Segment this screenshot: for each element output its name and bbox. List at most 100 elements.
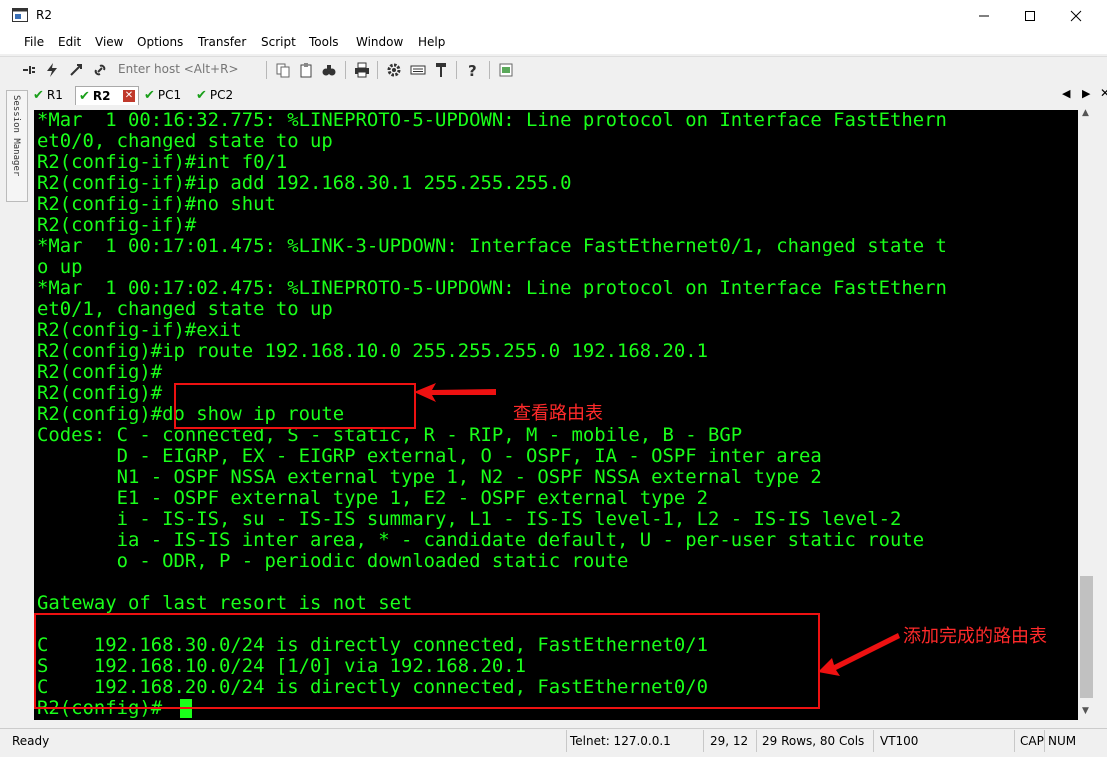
maximize-button[interactable] [1007, 0, 1053, 32]
close-session-icon[interactable]: ✕ [1100, 86, 1107, 100]
connected-check-icon: ✔ [79, 88, 90, 104]
terminal-line: N1 - OSPF NSSA external type 1, N2 - OSP… [37, 466, 822, 488]
status-ready: Ready [12, 734, 50, 748]
status-cursor-position: 29, 12 [710, 734, 749, 748]
menu-bar: File Edit View Options Transfer Script T… [0, 32, 1107, 54]
menu-window[interactable]: Window [356, 35, 403, 49]
connected-check-icon: ✔ [196, 87, 207, 103]
terminal-scrollbar[interactable]: ▲ ▼ [1078, 106, 1095, 720]
find-button[interactable] [320, 61, 338, 79]
tab-scroll-right-icon[interactable]: ▶ [1082, 87, 1090, 100]
binoculars-icon [322, 65, 336, 76]
help-button[interactable]: ? [464, 61, 482, 79]
close-tab-icon[interactable]: ✕ [123, 90, 135, 102]
tab-label: PC2 [209, 88, 234, 102]
window-title: R2 [36, 8, 52, 22]
scroll-up-icon[interactable]: ▲ [1082, 108, 1089, 118]
terminal-line: o - ODR, P - periodic downloaded static … [37, 550, 629, 572]
status-separator [756, 730, 757, 752]
terminal-line: R2(config-if)#ip add 192.168.30.1 255.25… [37, 172, 572, 194]
session-manager-panel[interactable]: Session Manager [6, 90, 28, 202]
reconnect-button[interactable] [91, 61, 109, 79]
terminal-line: R2(config)# [37, 361, 163, 383]
keymap-button[interactable] [409, 61, 427, 79]
maximize-icon [1025, 11, 1035, 21]
title-bar: R2 [0, 0, 1107, 32]
quick-connect-button[interactable] [43, 61, 61, 79]
script-button[interactable] [497, 61, 515, 79]
terminal-line: et0/1, changed state to up [37, 298, 333, 320]
menu-script[interactable]: Script [261, 35, 296, 49]
toolbar-separator [377, 61, 378, 79]
sftp-button[interactable] [432, 61, 450, 79]
copy-icon [276, 63, 290, 78]
show-route-annotation: 查看路由表 [513, 403, 603, 424]
menu-edit[interactable]: Edit [58, 35, 81, 49]
tab-r2[interactable]: ✔ R2 ✕ [75, 86, 139, 105]
tab-r1[interactable]: ✔ R1 [33, 86, 71, 104]
menu-transfer[interactable]: Transfer [198, 35, 246, 49]
toolbar-separator [456, 61, 457, 79]
toolbar-separator [345, 61, 346, 79]
key-icon [436, 63, 446, 77]
terminal-line: R2(config-if)#exit [37, 319, 242, 341]
annotation-arrow-icon [414, 383, 496, 402]
keyboard-icon [410, 65, 426, 75]
paste-icon [300, 63, 312, 78]
toolbar-separator [489, 61, 490, 79]
connect-tab-button[interactable] [67, 61, 85, 79]
connected-check-icon: ✔ [144, 87, 155, 103]
scroll-down-icon[interactable]: ▼ [1082, 706, 1089, 716]
terminal-line: ia - IS-IS inter area, * - candidate def… [37, 529, 925, 551]
menu-options[interactable]: Options [137, 35, 183, 49]
session-options-button[interactable] [385, 61, 403, 79]
connect-icon [23, 66, 35, 74]
script-icon [499, 63, 513, 77]
close-button[interactable] [1053, 0, 1099, 32]
gear-icon [387, 63, 401, 77]
menu-file[interactable]: File [24, 35, 44, 49]
paste-button[interactable] [297, 61, 315, 79]
tab-pc1[interactable]: ✔ PC1 [144, 86, 190, 104]
menu-tools[interactable]: Tools [309, 35, 339, 49]
print-button[interactable] [353, 61, 371, 79]
terminal-line: Gateway of last resort is not set [37, 592, 413, 614]
terminal-line: R2(config-if)#int f0/1 [37, 151, 288, 173]
connect-tab-icon [70, 64, 82, 76]
status-emulation: VT100 [880, 734, 919, 748]
terminal-line: et0/0, changed state to up [37, 130, 333, 152]
terminal-line: *Mar 1 00:17:01.475: %LINK-3-UPDOWN: Int… [37, 235, 947, 257]
tab-scroll-left-icon[interactable]: ◀ [1062, 87, 1070, 100]
menu-help[interactable]: Help [418, 35, 445, 49]
scrollbar-thumb[interactable] [1080, 576, 1093, 698]
copy-button[interactable] [274, 61, 292, 79]
tab-label: PC1 [157, 88, 182, 102]
securecrt-app-icon [12, 8, 28, 22]
route-table-annotation: 添加完成的路由表 [903, 626, 1047, 647]
menu-view[interactable]: View [95, 35, 123, 49]
lightning-icon [47, 63, 57, 77]
tab-pc2[interactable]: ✔ PC2 [196, 86, 242, 104]
terminal-line: *Mar 1 00:16:32.775: %LINEPROTO-5-UPDOWN… [37, 110, 947, 131]
terminal-line: o up [37, 256, 83, 278]
tab-label: R1 [46, 88, 63, 102]
terminal-line: E1 - OSPF external type 1, E2 - OSPF ext… [37, 487, 709, 509]
terminal-line: D - EIGRP, EX - EIGRP external, O - OSPF… [37, 445, 822, 467]
connect-button[interactable] [20, 61, 38, 79]
annotation-arrow-icon [818, 633, 900, 676]
minimize-button[interactable] [961, 0, 1007, 32]
enter-host-input[interactable] [114, 60, 270, 78]
svg-text:?: ? [468, 62, 477, 78]
terminal-line: *Mar 1 00:17:02.475: %LINEPROTO-5-UPDOWN… [37, 277, 947, 299]
status-terminal-size: 29 Rows, 80 Cols [762, 734, 865, 748]
connected-check-icon: ✔ [33, 87, 44, 103]
terminal-line: R2(config-if)# [37, 214, 197, 236]
status-bar: Ready Telnet: 127.0.0.1 29, 12 29 Rows, … [0, 728, 1107, 757]
close-icon [1070, 10, 1082, 22]
status-num-lock: NUM [1048, 734, 1077, 748]
status-separator [703, 730, 704, 752]
terminal-line: R2(config-if)#no shut [37, 193, 276, 215]
status-connection: Telnet: 127.0.0.1 [570, 734, 671, 748]
terminal-line: R2(config)# [37, 382, 163, 404]
status-separator [1014, 730, 1015, 752]
